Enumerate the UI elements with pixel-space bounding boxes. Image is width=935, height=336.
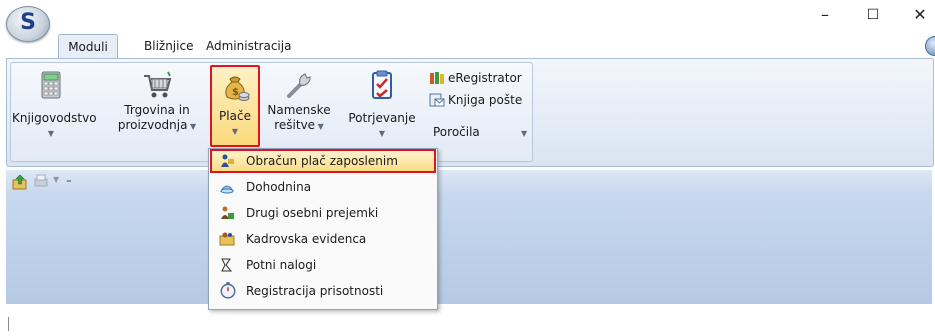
tab-administracija[interactable]: Administracija xyxy=(200,34,297,58)
shopping-cart-icon xyxy=(144,71,172,98)
ribbon-group-moduli: Knjigovodstvo ▼ Trgovina in proizvodnja ▼… xyxy=(10,62,533,162)
quick-access-toolbar: ▼ ₌ xyxy=(6,170,932,194)
potrjevanje-label: Potrjevanje xyxy=(348,111,416,125)
svg-text:$: $ xyxy=(232,87,239,98)
porocila-button[interactable]: Poročila xyxy=(433,123,480,141)
upload-folder-icon[interactable] xyxy=(12,174,28,190)
trgovina-label-1: Trgovina in xyxy=(124,103,190,117)
tab-moduli[interactable]: Moduli xyxy=(58,34,118,59)
knjiga-poste-button[interactable]: Knjiga pošte xyxy=(429,91,522,109)
menu-item-potni-nalogi[interactable]: Potni nalogi xyxy=(210,253,436,277)
menu-item-label: Registracija prisotnosti xyxy=(246,284,384,298)
namenske-resitve-button[interactable]: Namenske rešitve ▼ xyxy=(263,63,335,157)
receipts-icon xyxy=(221,206,234,219)
wrench-icon xyxy=(287,73,311,98)
potrjevanje-button[interactable]: Potrjevanje ▼ xyxy=(341,63,423,157)
eregistrator-label: eRegistrator xyxy=(448,71,522,85)
menu-item-kadrovska-evidenca[interactable]: Kadrovska evidenca xyxy=(210,227,436,251)
print-icon[interactable] xyxy=(34,174,48,190)
stopwatch-icon xyxy=(220,282,236,299)
menu-item-label: Potni nalogi xyxy=(246,258,317,272)
mail-book-icon xyxy=(429,93,445,107)
porocila-label: Poročila xyxy=(433,125,480,139)
chevron-down-icon: ▼ xyxy=(47,129,55,138)
menu-item-obracun-plac[interactable]: Obračun plač zaposlenim xyxy=(210,149,436,173)
customize-toolbar-icon[interactable]: ₌ xyxy=(66,173,72,186)
calculator-icon xyxy=(41,71,61,99)
place-dropdown-menu: Obračun plač zaposlenim Dohodnina Drugi … xyxy=(208,148,438,310)
travel-order-icon xyxy=(221,258,233,272)
tax-icon xyxy=(220,185,234,194)
checklist-icon xyxy=(372,70,392,99)
close-button[interactable]: ✕ xyxy=(905,4,935,26)
menu-item-dohodnina[interactable]: Dohodnina xyxy=(210,175,436,199)
staff-records-icon xyxy=(219,232,235,246)
help-icon[interactable] xyxy=(925,36,935,56)
chevron-down-icon: ▼ xyxy=(315,122,324,131)
place-button[interactable]: $ Plače ▼ xyxy=(210,65,260,147)
menu-item-drugi-osebni-prejemki[interactable]: Drugi osebni prejemki xyxy=(210,201,436,225)
menu-item-label: Kadrovska evidenca xyxy=(246,232,367,246)
knjigovodstvo-label: Knjigovodstvo xyxy=(12,111,97,125)
trgovina-button[interactable]: Trgovina in proizvodnja ▼ xyxy=(109,63,205,157)
app-logo[interactable]: S xyxy=(6,6,50,42)
porocila-dropdown-icon[interactable]: ▼ xyxy=(521,125,527,143)
knjigovodstvo-button[interactable]: Knjigovodstvo ▼ xyxy=(12,63,97,157)
ribbon: Knjigovodstvo ▼ Trgovina in proizvodnja ▼… xyxy=(6,58,934,167)
menu-item-label: Drugi osebni prejemki xyxy=(246,206,379,220)
menu-item-registracija-prisotnosti[interactable]: Registracija prisotnosti xyxy=(210,279,436,303)
books-icon xyxy=(430,72,444,84)
money-bag-icon: $ xyxy=(225,76,250,101)
payroll-icon xyxy=(221,154,234,167)
namenske-label-2: rešitve xyxy=(274,118,316,132)
menu-item-label: Obračun plač zaposlenim xyxy=(246,154,398,168)
workspace-area xyxy=(6,194,932,304)
trgovina-label-2: proizvodnja xyxy=(117,118,188,132)
minimize-button[interactable]: – xyxy=(810,4,840,26)
eregistrator-button[interactable]: eRegistrator xyxy=(429,69,522,87)
knjiga-poste-label: Knjiga pošte xyxy=(448,93,523,107)
menu-item-label: Dohodnina xyxy=(246,180,312,194)
place-label: Plače xyxy=(219,109,251,123)
print-dropdown-icon[interactable]: ▼ xyxy=(53,175,59,184)
text-cursor xyxy=(8,317,9,331)
chevron-down-icon: ▼ xyxy=(231,127,239,136)
maximize-button[interactable]: ☐ xyxy=(858,4,888,26)
namenske-label-1: Namenske xyxy=(267,103,331,117)
chevron-down-icon: ▼ xyxy=(187,122,197,131)
chevron-down-icon: ▼ xyxy=(378,129,386,138)
tab-bliznjice[interactable]: Bližnjice xyxy=(138,34,199,58)
